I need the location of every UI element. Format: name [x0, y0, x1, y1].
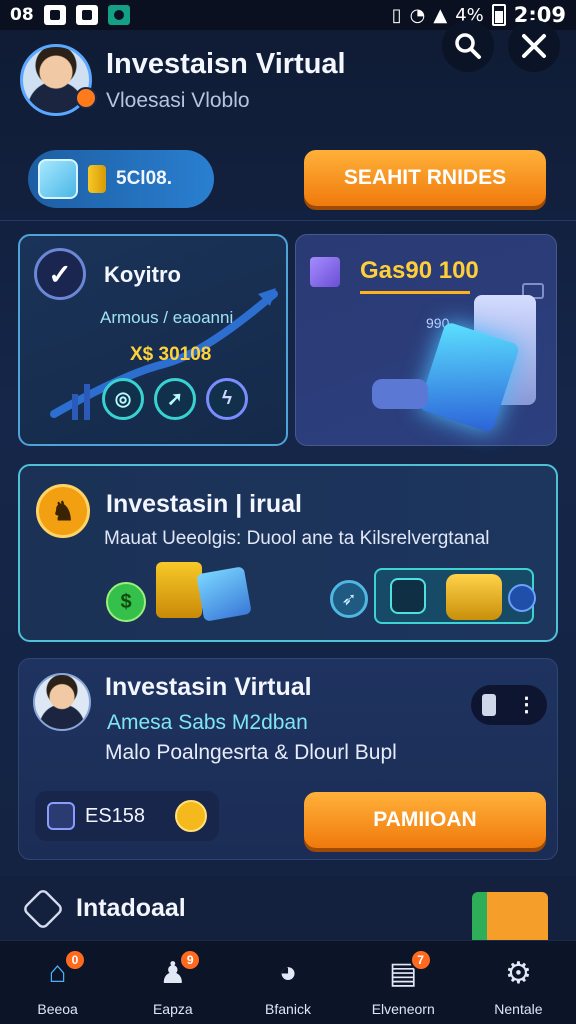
card-d-subtitle: Amesa Sabs M2dban	[107, 711, 308, 734]
card-d-description: Malo Poalngesrta & Dlourl Bupl	[105, 741, 397, 764]
handshake-icon: ◕	[278, 956, 298, 989]
dollar-coin-icon: $	[106, 582, 146, 622]
section-title: Intadoaal	[76, 894, 186, 922]
status-left-text: 08	[10, 5, 34, 25]
check-icon: ✓	[34, 248, 86, 300]
battery-icon	[491, 4, 506, 26]
balance-chip[interactable]: ES158	[35, 791, 219, 841]
investment-card[interactable]: ♞ Investasin | irual Mauat Ueeolgis: Duo…	[18, 464, 558, 642]
card-d-title: Investasin Virtual	[105, 673, 312, 701]
card-d-action-button[interactable]: PAMIIOAN	[304, 792, 546, 848]
blue-coin-icon	[508, 584, 536, 612]
next-section[interactable]: Intadoaal	[0, 876, 576, 942]
top-action-button[interactable]: SEAHIT RNIDES	[304, 150, 546, 206]
nav-item-profile[interactable]: ♟ 9 Eapza	[115, 941, 230, 1024]
tablet-icon	[196, 566, 252, 622]
logo-icon	[21, 887, 65, 931]
bag-icon	[390, 578, 426, 614]
more-dots-icon: ⋮	[516, 694, 537, 716]
app-notification-icon	[107, 5, 130, 25]
coin-icon	[175, 800, 207, 832]
bottle-icon	[481, 694, 496, 716]
page-title: Investaisn Virtual	[106, 47, 346, 80]
wallet-amount: 5Cl08.	[116, 168, 172, 189]
card-a-title: Koyitro	[104, 262, 181, 287]
more-options-button[interactable]: ⋮	[471, 685, 547, 725]
balance-value: ES158	[85, 804, 146, 827]
nav-badge: 9	[179, 949, 202, 971]
card-c-description: Mauat Ueeolgis: Duool ane ta Kilsrelverg…	[104, 528, 490, 549]
profile-avatar[interactable]	[33, 673, 91, 731]
nav-label: Elveneorn	[371, 1001, 435, 1017]
compass-icon[interactable]: ➶	[330, 580, 368, 618]
status-badge	[75, 87, 97, 109]
coin-icon	[88, 165, 106, 193]
wallet-balance[interactable]: 5Cl08.	[28, 150, 214, 208]
card-a-value: X$ 30108	[130, 344, 212, 365]
nav-label: Eapza	[152, 1001, 193, 1017]
nav-item-settings[interactable]: ⚙ Nentale	[461, 941, 576, 1024]
box-icon	[310, 257, 340, 287]
search-button[interactable]	[442, 20, 494, 72]
nav-label: Bfanick	[265, 1001, 311, 1017]
notification-icon	[43, 5, 66, 25]
vibrate-icon: ▯	[391, 4, 402, 26]
bottom-navigation: ⌂ 0 Beeoa ♟ 9 Eapza ◕ Bfanick ▤ 7 Elvene…	[0, 940, 576, 1024]
card-b-underline	[360, 291, 470, 294]
card-c-title: Investasin | irual	[106, 490, 302, 518]
divider	[0, 220, 576, 221]
nav-item-home[interactable]: ⌂ 0 Beeoa	[0, 941, 115, 1024]
nav-badge: 7	[409, 949, 432, 971]
nav-label: Nentale	[494, 1001, 543, 1017]
page-subtitle: Vloesasi Vloblo	[106, 88, 250, 112]
card-b-title: Gas90 100	[360, 257, 479, 284]
rocket-icon[interactable]: ➚	[154, 378, 196, 420]
nav-label: Beeoa	[37, 1001, 78, 1017]
lightning-icon[interactable]: ϟ	[206, 378, 248, 420]
status-bar: 08 ▯ ◔ ▲ 4% 2:09	[0, 0, 576, 30]
gas-card[interactable]: Gas90 100 990	[295, 234, 557, 446]
search-icon	[455, 33, 481, 59]
wifi-icon: ◔	[409, 4, 426, 26]
rewards-panel[interactable]	[374, 568, 536, 624]
nav-item-deals[interactable]: ◕ Bfanick	[230, 941, 345, 1024]
card-a-subtitle: Armous / eaoanni	[100, 308, 234, 327]
building-icon	[472, 892, 548, 942]
close-icon	[522, 34, 546, 58]
stats-card[interactable]: ✓ Koyitro Armous / eaoanni X$ 30108 ◎ ➚ …	[18, 234, 288, 446]
close-button[interactable]	[508, 20, 560, 72]
gear-icon: ⚙	[504, 956, 532, 990]
signal-icon: ▲	[433, 4, 448, 26]
bull-icon: ♞	[36, 484, 90, 538]
gamepad-icon	[372, 379, 428, 409]
target-icon[interactable]: ◎	[102, 378, 144, 420]
gold-coins-icon	[156, 562, 202, 618]
user-avatar[interactable]	[20, 44, 97, 116]
nav-badge: 0	[64, 949, 86, 971]
cube-icon	[38, 159, 78, 199]
notification-icon-2	[75, 5, 98, 25]
coin-pile-icon	[446, 574, 502, 620]
crystal-icon	[47, 802, 75, 830]
nav-item-reports[interactable]: ▤ 7 Elveneorn	[346, 941, 461, 1024]
